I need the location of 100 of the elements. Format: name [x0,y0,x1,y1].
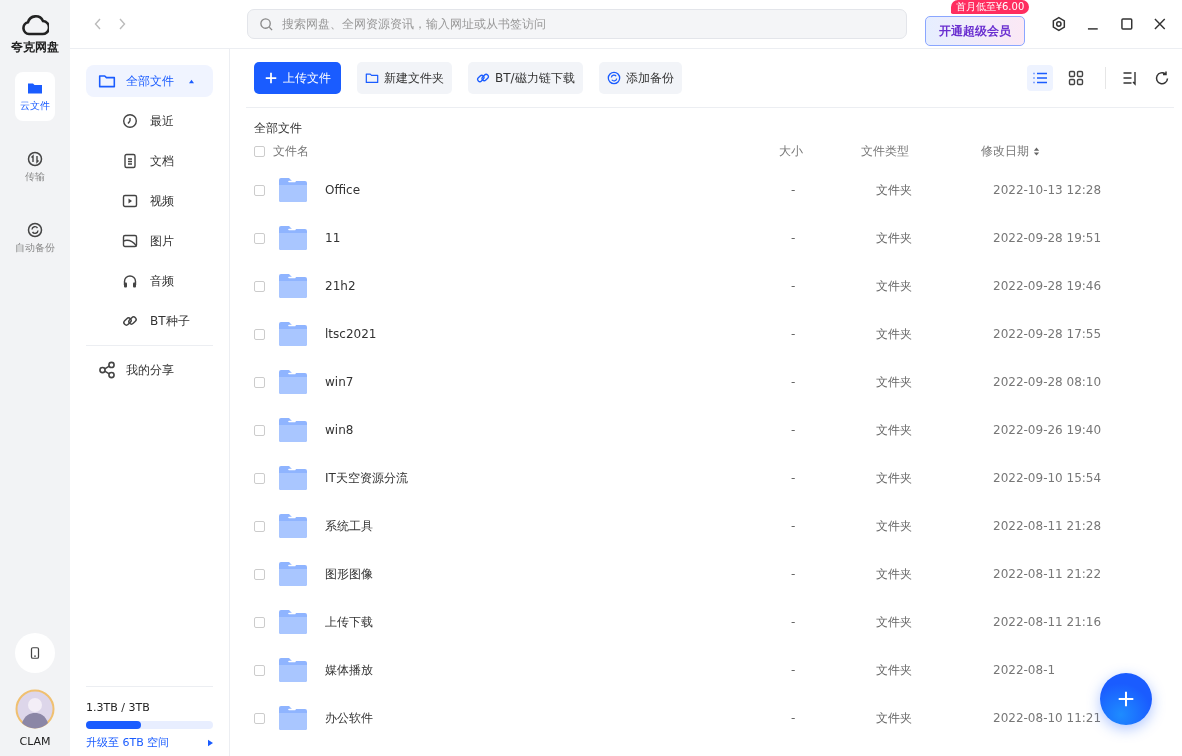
file-type: 文件夹 [875,709,913,727]
folder-icon [277,320,309,348]
row-checkbox[interactable] [254,232,265,244]
maximize-icon[interactable] [1118,16,1135,32]
file-row[interactable]: IT天空资源分流 - 文件夹 2022-09-10 15:54 [246,454,1174,502]
file-type: 文件夹 [875,517,913,535]
file-date: 2022-08-11 21:28 [993,519,1102,533]
close-icon[interactable] [1152,16,1168,32]
select-all-checkbox[interactable] [254,145,265,157]
file-row[interactable]: 21h2 - 文件夹 2022-09-28 19:46 [246,262,1174,310]
sidebar-item[interactable]: 全部文件 [86,65,213,97]
file-date: 2022-08-10 11:21 [993,711,1102,725]
file-size: - [791,231,797,245]
row-checkbox[interactable] [254,520,265,532]
row-checkbox[interactable] [254,472,265,484]
column-header[interactable]: 修改日期 [981,142,1040,160]
image-icon [122,233,138,249]
row-checkbox[interactable] [254,184,265,196]
folder-icon [277,608,309,636]
user-avatar[interactable] [15,689,55,729]
sidebar-item[interactable]: 我的分享 [86,354,213,386]
file-row[interactable]: 媒体播放 - 文件夹 2022-08-1 [246,646,1174,694]
file-name: 媒体播放 [325,661,374,679]
column-header[interactable]: 大小 [779,142,861,160]
vip-button[interactable]: 开通超级会员 [925,16,1026,46]
sidebar-item[interactable]: BT种子 [86,305,213,337]
folder-icon [365,71,379,85]
row-checkbox[interactable] [254,424,265,436]
list-view-button[interactable] [1027,65,1053,91]
file-date: 2022-09-26 19:40 [993,423,1102,437]
column-header[interactable]: 文件名 [273,142,779,160]
row-checkbox[interactable] [254,712,265,724]
file-date: 2022-08-1 [993,663,1056,677]
sync-icon [27,222,43,238]
file-type: 文件夹 [875,181,913,199]
toolbar-button[interactable]: BT/磁力链下载 [468,62,583,94]
file-size: - [791,567,797,581]
toolbar-button[interactable]: 上传文件 [254,62,341,94]
app-name: 夸克网盘 [11,39,59,56]
folder-icon [98,72,116,90]
folder-icon [277,560,309,588]
file-type: 文件夹 [875,469,913,487]
file-row[interactable]: win7 - 文件夹 2022-09-28 08:10 [246,358,1174,406]
file-row[interactable]: 系统工具 - 文件夹 2022-08-11 21:28 [246,502,1174,550]
row-checkbox[interactable] [254,328,265,340]
document-icon [122,153,138,169]
settings-icon[interactable] [1051,16,1067,32]
row-checkbox[interactable] [254,616,265,628]
column-header[interactable]: 文件类型 [861,142,981,160]
row-checkbox[interactable] [254,376,265,388]
file-date: 2022-09-28 08:10 [993,375,1102,389]
file-row[interactable]: ltsc2021 - 文件夹 2022-09-28 17:55 [246,310,1174,358]
sidebar-item[interactable]: 图片 [86,225,213,257]
file-name: win7 [325,375,355,389]
file-row[interactable]: 办公软件 - 文件夹 2022-08-10 11:21 [246,694,1174,742]
row-checkbox[interactable] [254,280,265,292]
file-name: win8 [325,423,355,437]
forward-icon[interactable] [118,18,126,30]
file-date: 2022-09-28 17:55 [993,327,1102,341]
sidebar-item[interactable]: 视频 [86,185,213,217]
file-date: 2022-10-13 12:28 [993,183,1102,197]
refresh-icon[interactable] [1154,70,1170,86]
file-date: 2022-09-10 15:54 [993,471,1102,485]
file-size: - [791,615,797,629]
folder-icon [277,464,309,492]
phone-button[interactable] [15,633,55,673]
file-name: 办公软件 [325,709,374,727]
search-icon [258,17,274,32]
file-row[interactable]: 11 - 文件夹 2022-09-28 19:51 [246,214,1174,262]
file-name: 上传下载 [325,613,374,631]
add-button[interactable] [1100,673,1152,725]
file-size: - [791,375,797,389]
folder-icon [277,176,309,204]
search-field[interactable]: 搜索网盘、全网资源资讯，输入网址或从书签访问 [246,9,908,39]
link-icon [476,71,490,85]
file-row[interactable]: 图形图像 - 文件夹 2022-08-11 21:22 [246,550,1174,598]
plus-icon [1117,690,1135,708]
row-checkbox[interactable] [254,664,265,676]
sort-icon[interactable] [1122,70,1138,86]
file-name: 11 [325,231,342,245]
file-size: - [791,663,797,677]
sidebar-item[interactable]: 最近 [86,105,213,137]
file-row[interactable]: win8 - 文件夹 2022-09-26 19:40 [246,406,1174,454]
file-row[interactable]: Office - 文件夹 2022-10-13 12:28 [246,166,1174,214]
file-date: 2022-08-11 21:16 [993,615,1102,629]
sidebar-item[interactable]: 音频 [86,265,213,297]
back-icon[interactable] [94,18,102,30]
phone-icon [28,646,42,660]
file-size: - [791,711,797,725]
rail-tab[interactable]: 云文件 [15,72,55,121]
file-type: 文件夹 [875,421,913,439]
plus-icon [264,71,278,85]
promo-badge: 首月低至¥6.00 [950,0,1030,14]
toolbar-button[interactable]: 添加备份 [598,62,682,94]
toolbar-button[interactable]: 新建文件夹 [357,62,452,94]
upgrade-link[interactable]: 升级至 6TB 空间 [86,735,213,750]
file-name: 图形图像 [325,565,374,583]
sidebar-item[interactable]: 文档 [86,145,213,177]
file-row[interactable]: 上传下载 - 文件夹 2022-08-11 21:16 [246,598,1174,646]
row-checkbox[interactable] [254,568,265,580]
